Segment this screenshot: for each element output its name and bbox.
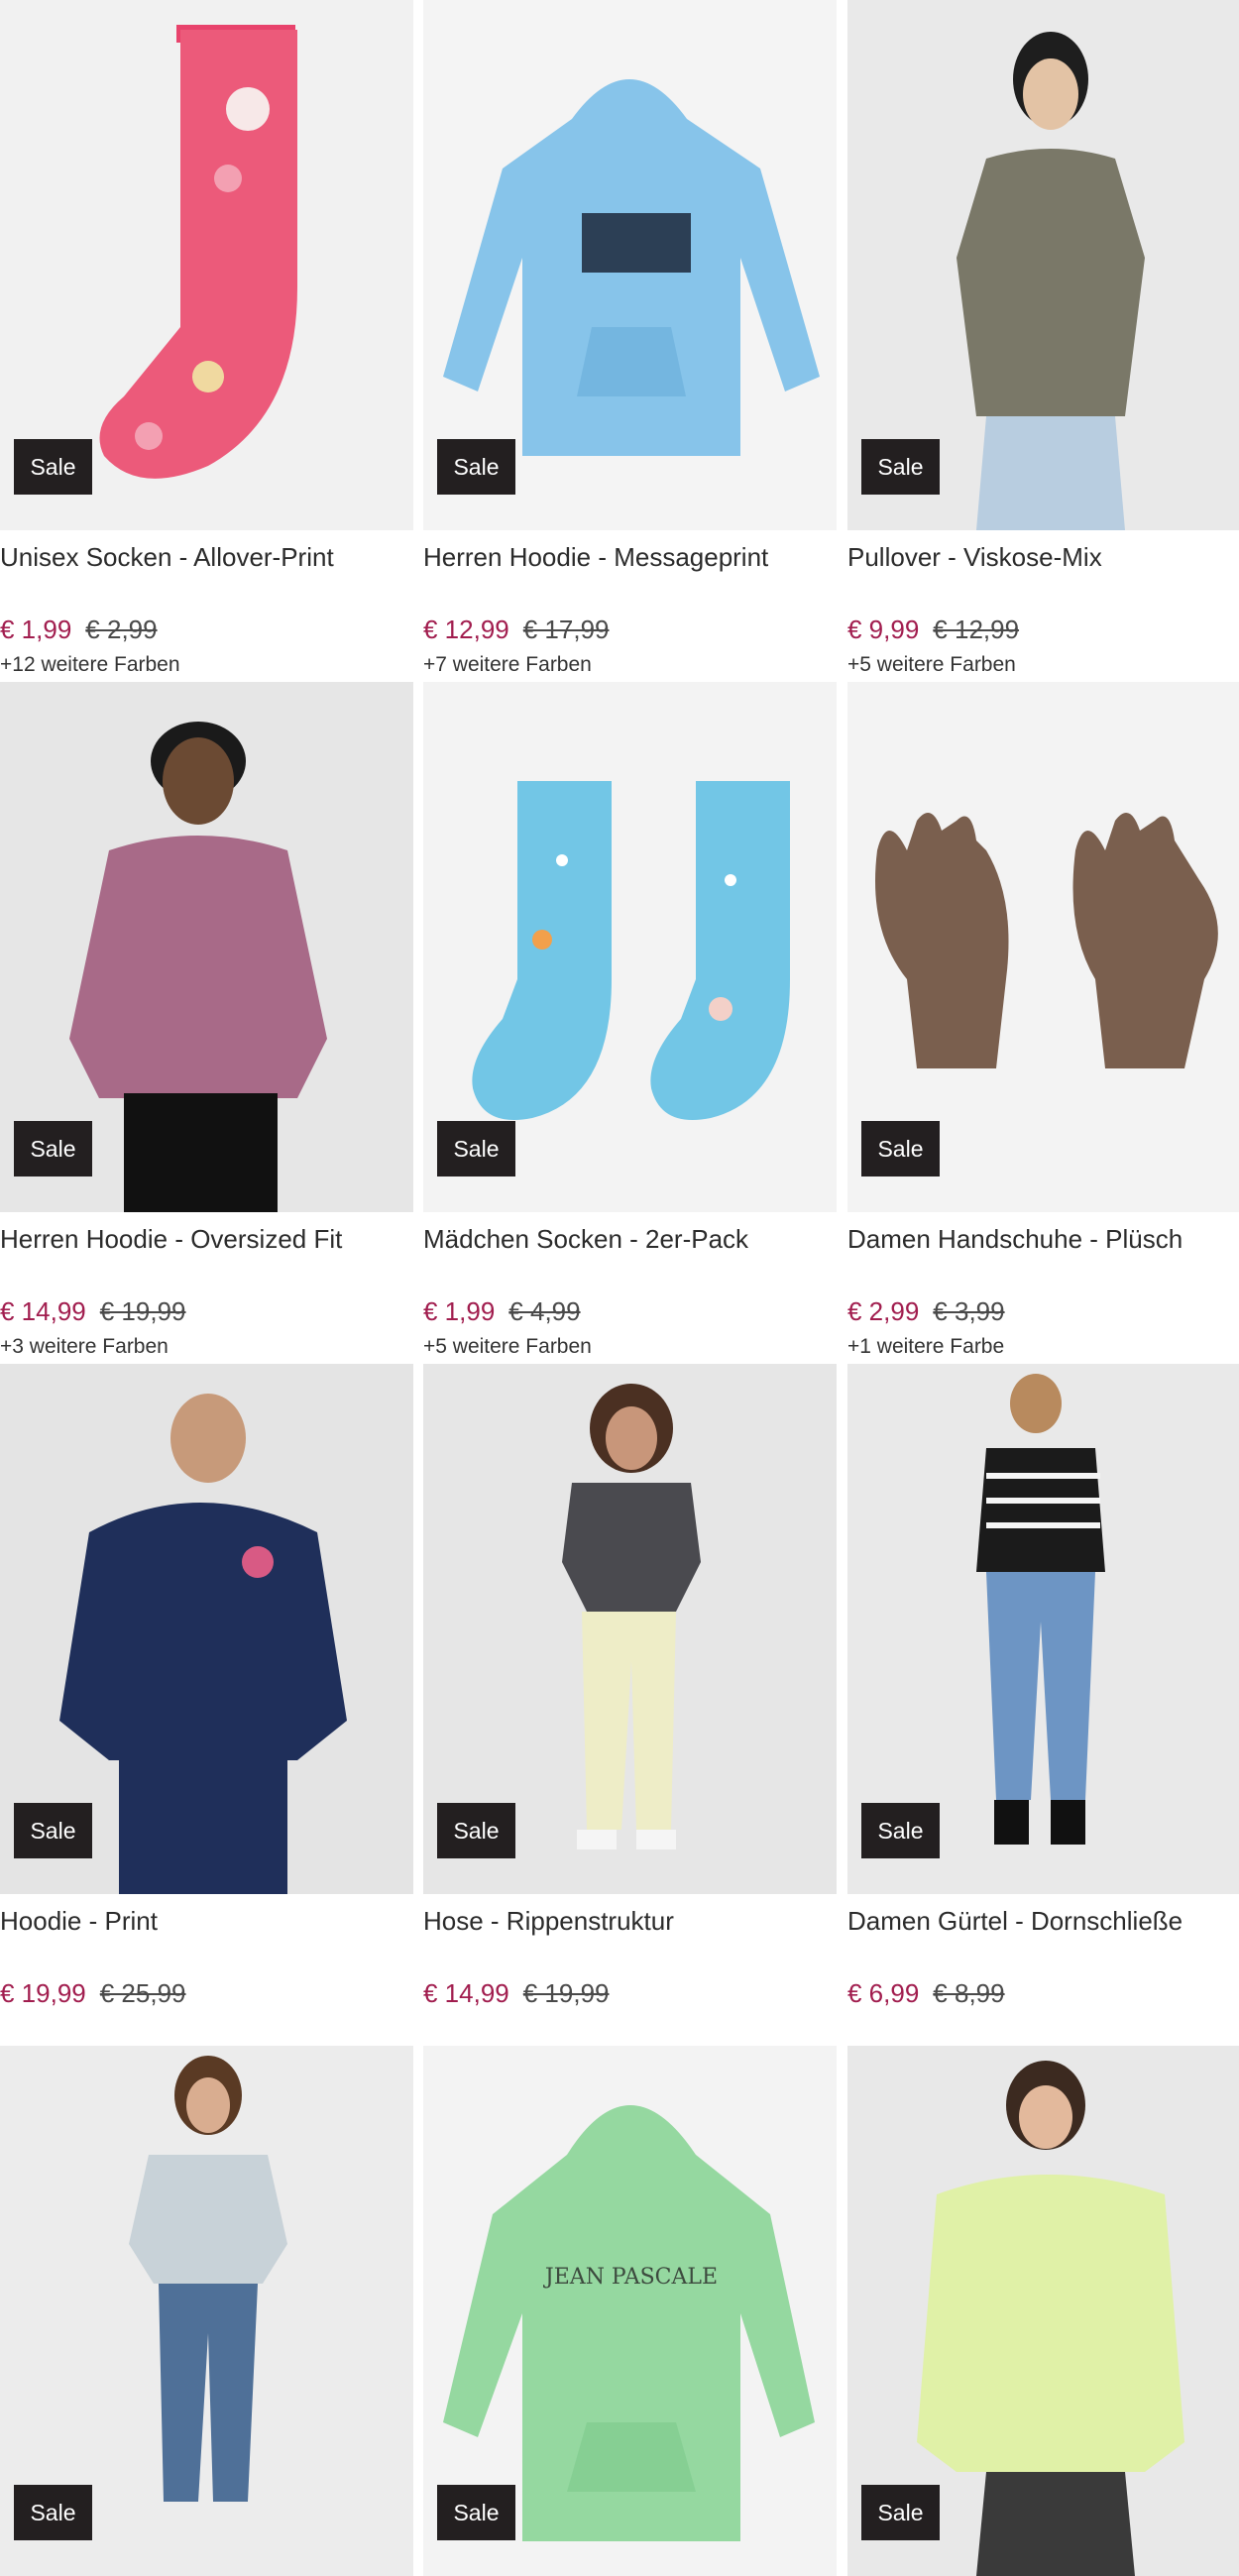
sale-badge: Sale [437, 1121, 515, 1176]
original-price: € 17,99 [522, 615, 610, 644]
sale-badge: Sale [14, 1121, 92, 1176]
product-card[interactable]: Sale Herren Hoodie - Oversized Fit € 14,… [0, 682, 413, 1359]
price-row: € 6,99 € 8,99 [847, 1978, 1239, 2009]
price-row: € 1,99 € 4,99 [423, 1296, 837, 1327]
product-card[interactable]: Sale [847, 2046, 1239, 2576]
price-row: € 14,99 € 19,99 [0, 1296, 413, 1327]
product-image[interactable]: Sale [423, 0, 837, 530]
original-price: € 19,99 [522, 1978, 610, 2008]
product-card[interactable]: Sale Unisex Socken - Allover-Print € 1,9… [0, 0, 413, 677]
product-card[interactable]: Sale Damen Handschuhe - Plüsch € 2,99 € 3… [847, 682, 1239, 1359]
product-card[interactable]: Sale Hose - Rippenstruktur € 14,99 € 19,9… [423, 1364, 837, 2017]
product-title[interactable]: Herren Hoodie - Messageprint [423, 542, 837, 582]
product-image[interactable]: Sale [423, 1364, 837, 1894]
product-title[interactable]: Hose - Rippenstruktur [423, 1906, 837, 1946]
sale-badge: Sale [14, 1803, 92, 1858]
product-card[interactable]: JEAN PASCALE Sale [423, 2046, 837, 2576]
original-price: € 2,99 [85, 615, 158, 644]
price-row: € 1,99 € 2,99 [0, 615, 413, 645]
product-image[interactable]: Sale [847, 682, 1239, 1212]
product-grid: Sale Unisex Socken - Allover-Print € 1,9… [0, 0, 1239, 2576]
original-price: € 19,99 [99, 1296, 186, 1326]
product-title[interactable]: Pullover - Viskose-Mix [847, 542, 1239, 582]
price-row: € 14,99 € 19,99 [423, 1978, 837, 2009]
sale-badge: Sale [861, 439, 940, 495]
sale-badge: Sale [861, 2485, 940, 2540]
sale-price: € 14,99 [0, 1296, 86, 1326]
price-row: € 19,99 € 25,99 [0, 1978, 413, 2009]
product-image[interactable]: Sale [0, 682, 413, 1212]
product-image[interactable]: Sale [847, 1364, 1239, 1894]
svg-text:JEAN PASCALE: JEAN PASCALE [543, 2265, 718, 2290]
sale-badge: Sale [861, 1803, 940, 1858]
product-title[interactable]: Unisex Socken - Allover-Print [0, 542, 413, 582]
sale-price: € 1,99 [423, 1296, 496, 1326]
sale-price: € 2,99 [847, 1296, 920, 1326]
sale-price: € 12,99 [423, 615, 509, 644]
sale-badge: Sale [861, 1121, 940, 1176]
more-colors-label[interactable]: +7 weitere Farben [423, 653, 837, 677]
price-row: € 2,99 € 3,99 [847, 1296, 1239, 1327]
sale-price: € 6,99 [847, 1978, 920, 2008]
product-image[interactable]: JEAN PASCALE Sale [423, 2046, 837, 2576]
price-row: € 12,99 € 17,99 [423, 615, 837, 645]
product-card[interactable]: Sale [0, 2046, 413, 2576]
sale-price: € 9,99 [847, 615, 920, 644]
product-card[interactable]: Sale Pullover - Viskose-Mix € 9,99 € 12,9… [847, 0, 1239, 677]
product-image[interactable]: Sale [423, 682, 837, 1212]
sale-badge: Sale [437, 439, 515, 495]
more-colors-label[interactable]: +12 weitere Farben [0, 653, 413, 677]
product-card[interactable]: Sale Mädchen Socken - 2er-Pack € 1,99 € 4… [423, 682, 837, 1359]
original-price: € 12,99 [933, 615, 1020, 644]
more-colors-label[interactable]: +3 weitere Farben [0, 1335, 413, 1359]
product-image[interactable]: Sale [0, 0, 413, 530]
more-colors-label[interactable]: +5 weitere Farben [847, 653, 1239, 677]
original-price: € 3,99 [933, 1296, 1005, 1326]
sale-price: € 1,99 [0, 615, 72, 644]
product-image[interactable]: Sale [847, 0, 1239, 530]
price-row: € 9,99 € 12,99 [847, 615, 1239, 645]
product-title[interactable]: Mädchen Socken - 2er-Pack [423, 1224, 837, 1264]
product-title[interactable]: Hoodie - Print [0, 1906, 413, 1946]
more-colors-label[interactable]: +1 weitere Farbe [847, 1335, 1239, 1359]
product-image[interactable]: Sale [0, 2046, 413, 2576]
sale-badge: Sale [14, 2485, 92, 2540]
more-colors-label[interactable]: +5 weitere Farben [423, 1335, 837, 1359]
product-title[interactable]: Herren Hoodie - Oversized Fit [0, 1224, 413, 1264]
original-price: € 25,99 [99, 1978, 186, 2008]
product-image[interactable]: Sale [0, 1364, 413, 1894]
product-card[interactable]: Sale Damen Gürtel - Dornschließe € 6,99 €… [847, 1364, 1239, 2017]
sale-price: € 14,99 [423, 1978, 509, 2008]
product-title[interactable]: Damen Handschuhe - Plüsch [847, 1224, 1239, 1264]
sale-price: € 19,99 [0, 1978, 86, 2008]
product-title[interactable]: Damen Gürtel - Dornschließe [847, 1906, 1239, 1946]
original-price: € 4,99 [508, 1296, 581, 1326]
original-price: € 8,99 [933, 1978, 1005, 2008]
sale-badge: Sale [437, 1803, 515, 1858]
product-image[interactable]: Sale [847, 2046, 1239, 2576]
product-card[interactable]: Sale Herren Hoodie - Messageprint € 12,9… [423, 0, 837, 677]
sale-badge: Sale [14, 439, 92, 495]
sale-badge: Sale [437, 2485, 515, 2540]
product-card[interactable]: Sale Hoodie - Print € 19,99 € 25,99 [0, 1364, 413, 2017]
